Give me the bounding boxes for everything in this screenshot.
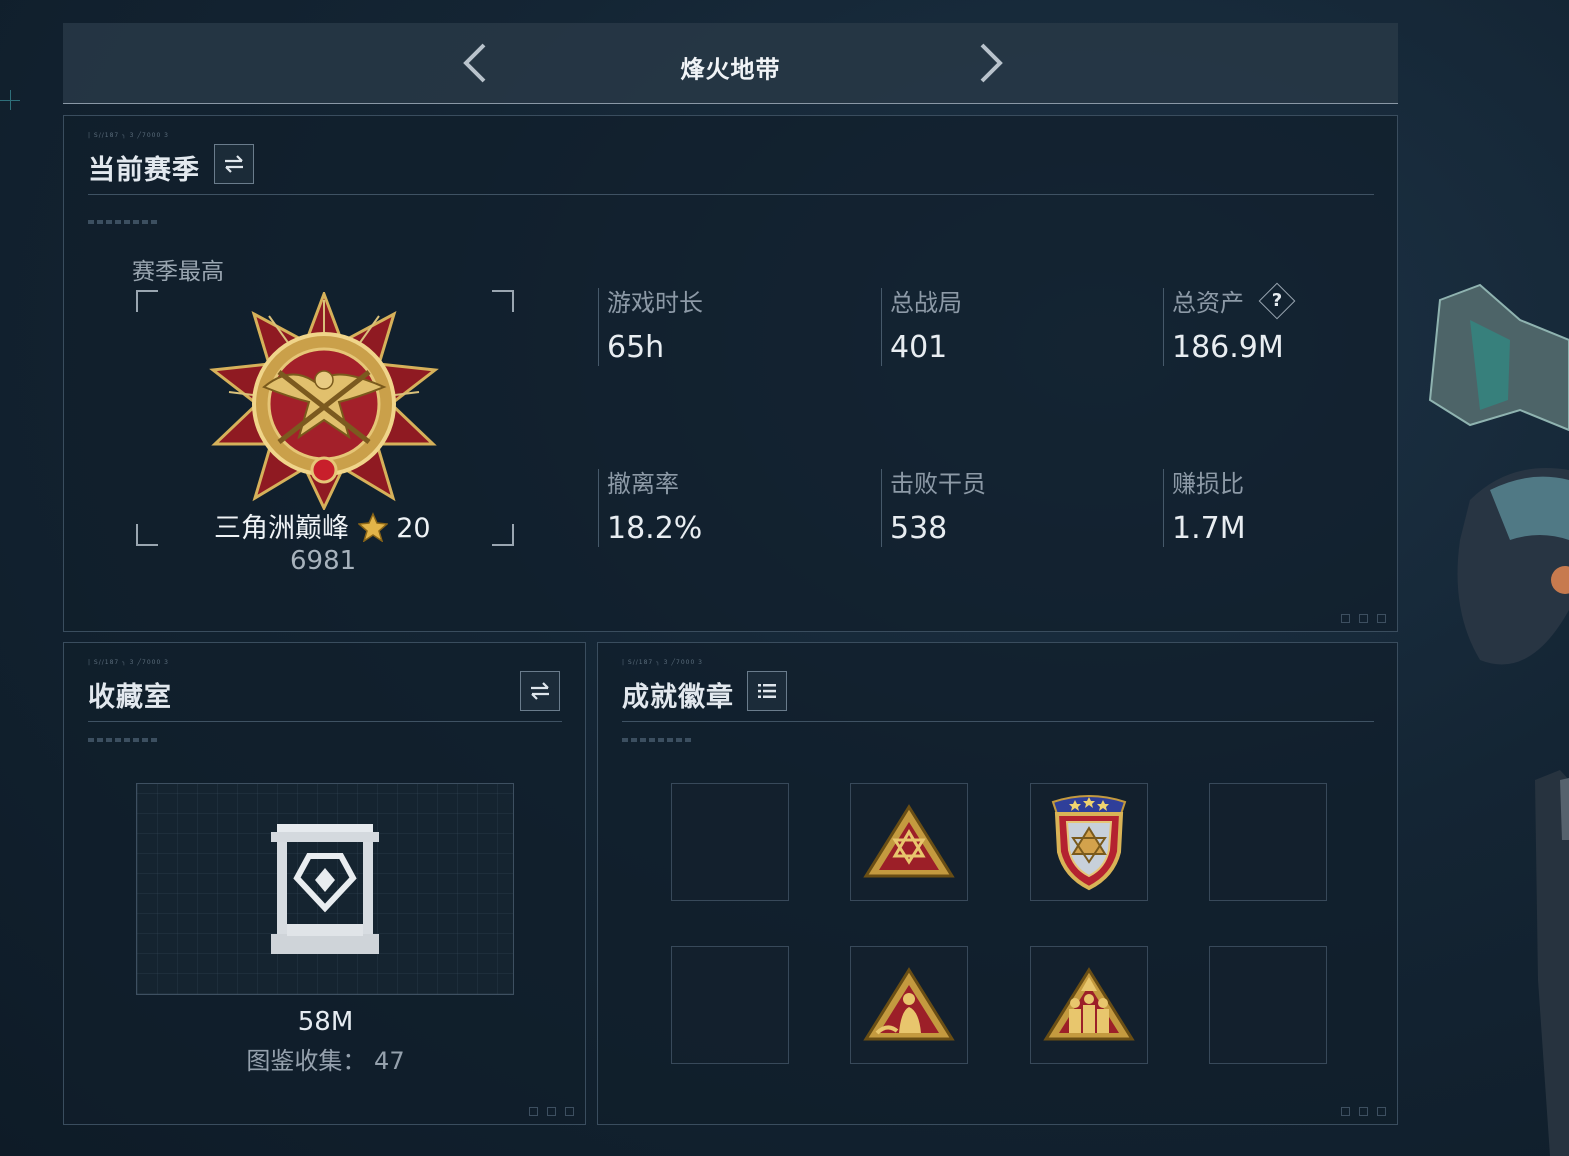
mode-title: 烽火地带: [680, 55, 781, 84]
current-season-panel: | S//187 ╮ 3 ╱7000 3 当前赛季 赛季最高 三角洲巅峰 20: [63, 115, 1398, 632]
stat-value: 65h: [607, 330, 665, 365]
deco-square: [547, 1107, 556, 1116]
rank-name-row: 三角洲巅峰 20: [214, 506, 431, 545]
deco-square: [1359, 1107, 1368, 1116]
badge-slot[interactable]: [850, 783, 968, 901]
collection-count-row: 图鉴收集： 47: [64, 1041, 587, 1076]
deco-square: [529, 1107, 538, 1116]
achievements-panel: | S//187 ╮ 3 ╱7000 3 成就徽章: [597, 642, 1398, 1125]
collection-panel: | S//187 ╮ 3 ╱7000 3 收藏室 58M 图鉴收集： 47: [63, 642, 586, 1125]
deco-square: [1341, 614, 1350, 623]
stat-extraction-rate: 撤离率 18.2%: [598, 469, 702, 547]
deco-square: [1377, 1107, 1386, 1116]
triangle-badge-icon: [863, 804, 955, 878]
collection-title: 收藏室: [88, 682, 172, 713]
divider: [622, 721, 1374, 722]
edge-deco-line: [10, 90, 11, 110]
badge-slot[interactable]: [1030, 783, 1148, 901]
collection-switch-button[interactable]: [520, 671, 560, 711]
shield-badge-icon: [1051, 795, 1127, 891]
panel-deco-code: | S//187 ╮ 3 ╱7000 3: [622, 659, 703, 666]
stat-label: 击败干员: [890, 470, 986, 498]
badge-slot-empty[interactable]: [1209, 946, 1327, 1064]
badge-slot[interactable]: [850, 946, 968, 1064]
frame-corner: [492, 290, 514, 312]
badge-slot-empty[interactable]: [1209, 783, 1327, 901]
stat-profit-ratio: 赚损比 1.7M: [1163, 469, 1246, 547]
deco-bar: [622, 738, 692, 742]
stat-total-matches: 总战局 401: [881, 288, 962, 366]
chevron-right-icon[interactable]: [968, 41, 1008, 85]
achievements-title: 成就徽章: [622, 682, 734, 713]
stat-value: 538: [890, 511, 948, 546]
season-switch-button[interactable]: [214, 144, 254, 184]
season-highest-label: 赛季最高: [132, 259, 224, 285]
collection-value: 58M: [297, 1007, 354, 1037]
operator-character-art: [1428, 283, 1569, 1156]
list-icon: [758, 684, 776, 698]
swap-icon: [531, 682, 549, 700]
achievements-list-button[interactable]: [747, 671, 787, 711]
deco-bar: [88, 220, 158, 224]
stat-label: 总资产 ?: [1172, 282, 1296, 320]
frame-corner: [136, 524, 158, 546]
stat-value: 18.2%: [607, 511, 703, 546]
panel-deco-code: | S//187 ╮ 3 ╱7000 3: [88, 132, 169, 139]
triangle-group-badge-icon: [1043, 967, 1135, 1041]
badge-slot-empty[interactable]: [671, 783, 789, 901]
deco-square: [1359, 614, 1368, 623]
stat-label: 赚损比: [1172, 470, 1244, 498]
deco-square: [565, 1107, 574, 1116]
stat-label: 撤离率: [607, 470, 679, 498]
collection-display-case[interactable]: [136, 783, 514, 995]
stat-kills: 击败干员 538: [881, 469, 986, 547]
divider: [88, 721, 562, 722]
stat-value: 186.9M: [1172, 330, 1284, 365]
deco-square: [1341, 1107, 1350, 1116]
collection-count-label: 图鉴收集：: [246, 1047, 367, 1075]
panel-deco-code: | S//187 ╮ 3 ╱7000 3: [88, 659, 169, 666]
stat-label: 游戏时长: [607, 289, 703, 317]
stat-label: 总战局: [890, 289, 962, 317]
stat-value: 1.7M: [1172, 511, 1246, 546]
mode-selector-bar: 烽火地带: [63, 23, 1398, 104]
collection-count-value: 47: [374, 1047, 405, 1075]
frame-corner: [136, 290, 158, 312]
rank-score: 6981: [290, 546, 357, 576]
rank-emblem-icon: [209, 292, 439, 510]
display-case-icon: [271, 824, 379, 954]
stat-total-assets: 总资产 ? 186.9M: [1163, 282, 1296, 366]
frame-corner: [492, 524, 514, 546]
badge-slot[interactable]: [1030, 946, 1148, 1064]
stat-label-text: 总资产: [1172, 289, 1244, 317]
deco-bar: [88, 738, 158, 742]
stat-value: 401: [890, 330, 948, 365]
season-title: 当前赛季: [88, 155, 200, 186]
stat-play-time: 游戏时长 65h: [598, 288, 703, 366]
swap-icon: [225, 155, 243, 173]
help-icon[interactable]: ?: [1258, 282, 1296, 320]
help-glyph: ?: [1271, 290, 1282, 311]
rank-name: 三角洲巅峰: [214, 513, 349, 544]
triangle-figure-badge-icon: [863, 967, 955, 1041]
star-icon: [356, 512, 389, 543]
deco-square: [1377, 614, 1386, 623]
badge-slot-empty[interactable]: [671, 946, 789, 1064]
rank-star-count: 20: [396, 513, 431, 544]
divider: [88, 194, 1374, 195]
